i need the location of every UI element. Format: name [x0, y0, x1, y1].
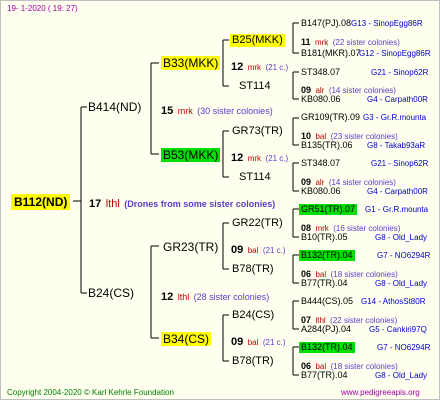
note: (21 c.) [265, 154, 289, 163]
queen-gr23: GR23(TR) [163, 240, 219, 254]
dam-note: (28 sister colonies) [193, 292, 270, 302]
queen-b24: B24(CS) [232, 309, 275, 321]
note: (21 c.) [262, 338, 286, 347]
sire-count: 15 [161, 105, 174, 117]
gen4-top-info: G7 - NO6294R [377, 343, 431, 352]
gen4-bot-info: G12 - SinopEgg86R [359, 49, 431, 58]
site-url[interactable]: www.pedigreeapis.org [341, 389, 420, 397]
gen4-bot-code: KB080.06 [301, 186, 341, 196]
gen4-bot-info: G4 - Carpath00R [367, 95, 428, 104]
gen4-top-code: B132(TR).04 [299, 342, 355, 353]
root-count: 17 [89, 198, 102, 210]
gen4-top-code: ST348.07 [301, 67, 341, 77]
mark: mrk [314, 38, 329, 47]
dam-queen: B24(CS) [88, 286, 135, 300]
gen4-bot-info: G8 - Takab93aR [367, 141, 426, 150]
count: 09 [231, 244, 244, 256]
gen4-bot-info: G8 - Old_Lady [375, 233, 428, 242]
queen-b53: B53(MKK) [161, 148, 221, 162]
note: (21 c.) [265, 63, 289, 72]
queen-b33: B33(MKK) [161, 56, 221, 70]
root-note: (Drones from some sister colonies) [124, 199, 276, 209]
gen4-bot-info: G4 - Carpath00R [367, 187, 428, 196]
queen-gr23-mating: 09 bal (21 c.) [231, 241, 286, 257]
root-mating-info: 17 lthl (Drones from some sister colonie… [89, 195, 275, 211]
sire-note: (30 sister colonies) [197, 106, 273, 116]
gen4-bot-code: KB080.06 [301, 94, 341, 104]
queen-st114-a: ST114 [239, 80, 271, 92]
gen4-bot-info: G8 - Old_Lady [375, 279, 428, 288]
mark: mrk [247, 154, 262, 163]
gen4-bot-code: B181(MKR).07 [301, 48, 361, 58]
mark: bal [247, 246, 259, 255]
queen-gr22: GR22(TR) [232, 217, 283, 229]
gen4-bot-info: G8 - Old_Lady [375, 371, 428, 380]
root-mark: lthl [105, 198, 120, 210]
gen4-bot-code: B77(TR).04 [301, 278, 348, 288]
queen-b78-a: B78(TR) [232, 263, 274, 275]
sire-mark: mrk [177, 106, 193, 116]
gen4-top-code: B147(PJ).08 [301, 18, 352, 28]
gen4-mating: 11 mrk (22 sister colonies) [301, 33, 400, 49]
gen4-bot-info: G5 - Cankiri97Q [369, 325, 427, 334]
note: (21 c.) [262, 246, 286, 255]
date-stamp: 19- 1-2020 ( 19: 27) [7, 4, 78, 13]
pedigree-diagram: { "header": { "date": "19- 1-2020 ( 19: … [0, 0, 440, 400]
copyright: Copyright 2004-2020 © Karl Kehrle Founda… [7, 388, 174, 397]
gen4-top-info: G7 - NO6294R [377, 251, 431, 260]
gen4-bot-code: B135(TR).06 [301, 140, 353, 150]
note: (22 sister colonies) [332, 38, 400, 47]
dam-mating-info: 12 lthl (28 sister colonies) [161, 288, 269, 304]
gen4-top-code: GR51(TR).07 [299, 204, 358, 215]
sire-mating-info: 15 mrk (30 sister colonies) [161, 102, 273, 118]
gen4-top-info: G1 - Gr.R.mounta [365, 205, 429, 214]
gen4-top-info: G3 - Gr.R.mounta [363, 113, 427, 122]
gen4-top-info: G21 - Sinop62R [371, 159, 429, 168]
count: 12 [231, 152, 244, 164]
gen4-top-code: B132(TR).04 [299, 250, 355, 261]
dam-count: 12 [161, 291, 174, 303]
root-queen: B112(ND) [11, 194, 71, 210]
gen4-top-code: B444(CS).05 [301, 296, 354, 306]
dam-mark: lthl [177, 292, 190, 302]
gen4-top-code: GR109(TR).09 [301, 112, 361, 122]
queen-st114-b: ST114 [239, 171, 271, 183]
queen-gr73: GR73(TR) [232, 125, 283, 137]
gen4-bot-code: B10(TR).05 [301, 232, 348, 242]
gen4-top-info: G21 - Sinop62R [371, 68, 429, 77]
queen-b25: B25(MKK) [230, 34, 285, 47]
gen4-bot-code: B77(TR).04 [301, 370, 348, 380]
gen4-top-code: ST348.07 [301, 158, 341, 168]
queen-b78-b: B78(TR) [232, 355, 274, 367]
queen-b34-mating: 09 bal (21 c.) [231, 333, 286, 349]
queen-b33-mating: 12 mrk (21 c.) [231, 58, 288, 74]
gen4-bot-code: A284(PJ).04 [301, 324, 352, 334]
queen-b53-mating: 12 mrk (21 c.) [231, 149, 288, 165]
mark: bal [247, 338, 259, 347]
mark: mrk [247, 63, 262, 72]
count: 12 [231, 61, 244, 73]
gen4-top-info: G13 - SinopEgg86R [351, 19, 423, 28]
sire-queen: B414(ND) [88, 100, 142, 114]
queen-b34: B34(CS) [161, 332, 212, 346]
count: 11 [301, 37, 311, 47]
gen4-top-info: G14 - AthosSt80R [361, 297, 426, 306]
count: 09 [231, 336, 244, 348]
